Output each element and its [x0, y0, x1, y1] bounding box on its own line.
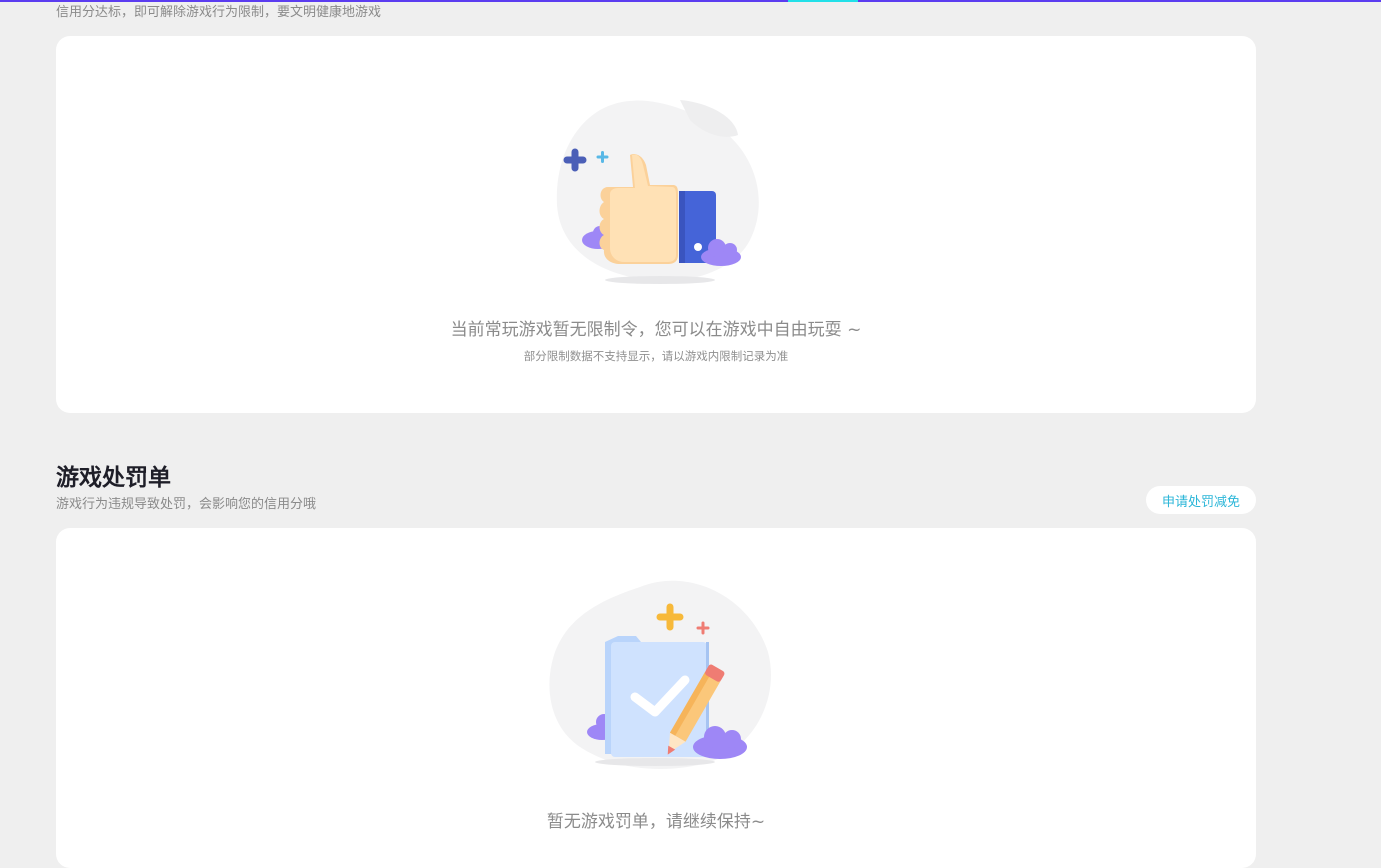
restriction-section-description: 信用分达标，即可解除游戏行为限制，要文明健康地游戏 [56, 5, 382, 20]
apply-penalty-reduction-button[interactable]: 申请处罚减免 [1146, 486, 1256, 514]
thumbs-up-icon [556, 100, 759, 284]
penalty-section-description: 游戏行为违规导致处罚，会影响您的信用分哦 [56, 497, 317, 512]
penalty-empty-message: 暂无游戏罚单，请继续保持~ [546, 812, 766, 832]
clipboard-pencil-icon [549, 580, 771, 770]
restriction-empty-note: 部分限制数据不支持显示，请以游戏内限制记录为准 [523, 349, 789, 363]
restriction-empty-message: 当前常玩游戏暂无限制令，您可以在游戏中自由玩耍 ~ [450, 320, 862, 340]
penalty-section-title: 游戏处罚单 [56, 465, 171, 491]
top-progress-indicator [788, 0, 858, 2]
